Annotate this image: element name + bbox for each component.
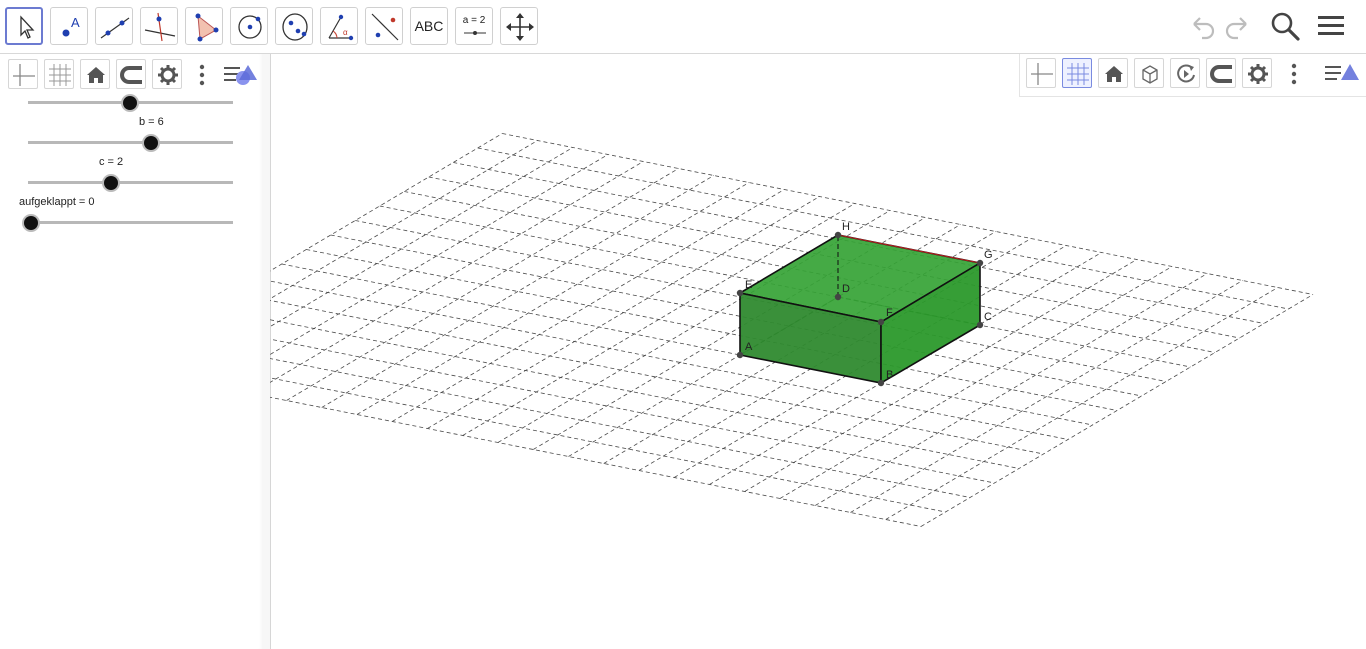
- ellipse-tool-button[interactable]: [275, 7, 313, 45]
- magnet-button[interactable]: [116, 59, 146, 89]
- view-direction-button[interactable]: [1134, 58, 1164, 88]
- undo-button[interactable]: [1184, 8, 1220, 44]
- point-tool-button[interactable]: A: [50, 7, 88, 45]
- 3d-settings-button[interactable]: [1242, 58, 1272, 88]
- more-options-button[interactable]: [194, 60, 210, 90]
- slider-c-track[interactable]: [28, 181, 233, 184]
- point-G-label: G: [984, 249, 993, 261]
- slider-b-track[interactable]: [28, 141, 233, 144]
- slider-aufgeklappt-label: aufgeklappt = 0: [19, 196, 95, 208]
- point-tool-icon: A: [62, 15, 80, 37]
- home-icon: [87, 67, 105, 83]
- slider-a-knob[interactable]: [123, 96, 137, 110]
- 3d-more-options-button[interactable]: [1286, 59, 1302, 89]
- text-tool-button[interactable]: ABC: [410, 7, 448, 45]
- algebra-stylebar: [4, 55, 260, 93]
- slider-b-label: b = 6: [139, 116, 164, 128]
- redo-icon: [1225, 17, 1247, 40]
- slider-tool-button[interactable]: a = 2: [455, 7, 493, 45]
- hamburger-menu-icon: [1318, 16, 1344, 35]
- rotate-view-button[interactable]: [1170, 58, 1200, 88]
- axes-icon: [1031, 63, 1053, 85]
- point-A-label: A: [745, 341, 753, 353]
- redo-button[interactable]: [1220, 8, 1256, 44]
- 3d-home-button[interactable]: [1098, 58, 1128, 88]
- point-D-label: D: [842, 283, 850, 295]
- 3d-magnet-button[interactable]: [1206, 58, 1236, 88]
- magnet-icon: [120, 66, 142, 84]
- grid-icon: [49, 64, 71, 86]
- undo-icon: [1193, 17, 1215, 40]
- ellipse-tool-icon: [282, 13, 308, 41]
- point-F-label: F: [886, 307, 893, 319]
- circle-tool-icon: [238, 15, 262, 39]
- point-E-label: E: [745, 279, 752, 291]
- 3d-axes-toggle-button[interactable]: [1026, 58, 1056, 88]
- move-graphics-tool-button[interactable]: [500, 7, 538, 45]
- main-menu-button[interactable]: [1314, 8, 1350, 44]
- perpendicular-tool-button[interactable]: [140, 7, 178, 45]
- view-menu-icon: [1325, 64, 1359, 80]
- view-menu-icon: [224, 65, 257, 85]
- settings-button[interactable]: [152, 59, 182, 89]
- svg-text:α: α: [343, 28, 348, 37]
- slider-aufgeklappt-track[interactable]: [28, 221, 233, 224]
- more-vertical-icon: [199, 64, 205, 86]
- axes-icon: [13, 64, 35, 86]
- polygon-tool-button[interactable]: [185, 7, 223, 45]
- magnet-icon: [1210, 65, 1232, 83]
- cube-view-icon: [1142, 65, 1158, 84]
- slider-c-knob[interactable]: [104, 176, 118, 190]
- view-menu-button[interactable]: [222, 59, 258, 89]
- slider-b-knob[interactable]: [144, 136, 158, 150]
- slider-c-label: c = 2: [99, 156, 124, 168]
- perpendicular-line-tool-icon: [144, 12, 176, 42]
- 3d-view-menu-button[interactable]: [1324, 58, 1360, 88]
- home-icon: [1105, 66, 1123, 82]
- angle-tool-button[interactable]: α: [320, 7, 358, 45]
- line-tool-icon: [100, 17, 130, 39]
- main-toolbar: A α ABC a = 2: [0, 0, 1366, 54]
- graphics-3d-canvas[interactable]: A B C D E F G H: [270, 54, 1366, 649]
- search-icon: [1271, 12, 1300, 41]
- search-button[interactable]: [1267, 8, 1303, 44]
- angle-tool-icon: α: [328, 14, 354, 41]
- more-vertical-icon: [1291, 63, 1297, 85]
- axes-toggle-button[interactable]: [8, 59, 38, 89]
- move-graphics-tool-icon: [506, 13, 534, 41]
- line-tool-button[interactable]: [95, 7, 133, 45]
- graphics-3d-view[interactable]: A B C D E F G H: [270, 54, 1366, 649]
- rotate-icon: [1177, 64, 1195, 83]
- reflect-tool-button[interactable]: [365, 7, 403, 45]
- point-H-label: H: [842, 221, 850, 233]
- graphics-3d-stylebar: [1019, 54, 1366, 97]
- slider-aufgeklappt-knob[interactable]: [24, 216, 38, 230]
- move-tool-button[interactable]: [5, 7, 43, 45]
- point-C-label: C: [984, 311, 992, 323]
- slider-tool-icon: a = 2: [462, 15, 486, 26]
- gear-icon: [1248, 64, 1268, 84]
- polygon-tool-icon: [195, 13, 219, 42]
- algebra-view: b = 6 c = 2 aufgeklappt = 0: [0, 54, 263, 649]
- grid-toggle-button[interactable]: [44, 59, 74, 89]
- svg-text:A: A: [71, 15, 80, 30]
- gear-icon: [158, 65, 178, 85]
- reflect-tool-icon: [371, 13, 399, 41]
- point-B-label: B: [886, 369, 893, 381]
- text-tool-icon: ABC: [414, 18, 444, 34]
- move-tool-icon: [20, 15, 35, 39]
- circle-tool-button[interactable]: [230, 7, 268, 45]
- home-view-button[interactable]: [80, 59, 110, 89]
- 3d-plane-toggle-button[interactable]: [1062, 58, 1092, 88]
- grid-icon: [1067, 63, 1089, 85]
